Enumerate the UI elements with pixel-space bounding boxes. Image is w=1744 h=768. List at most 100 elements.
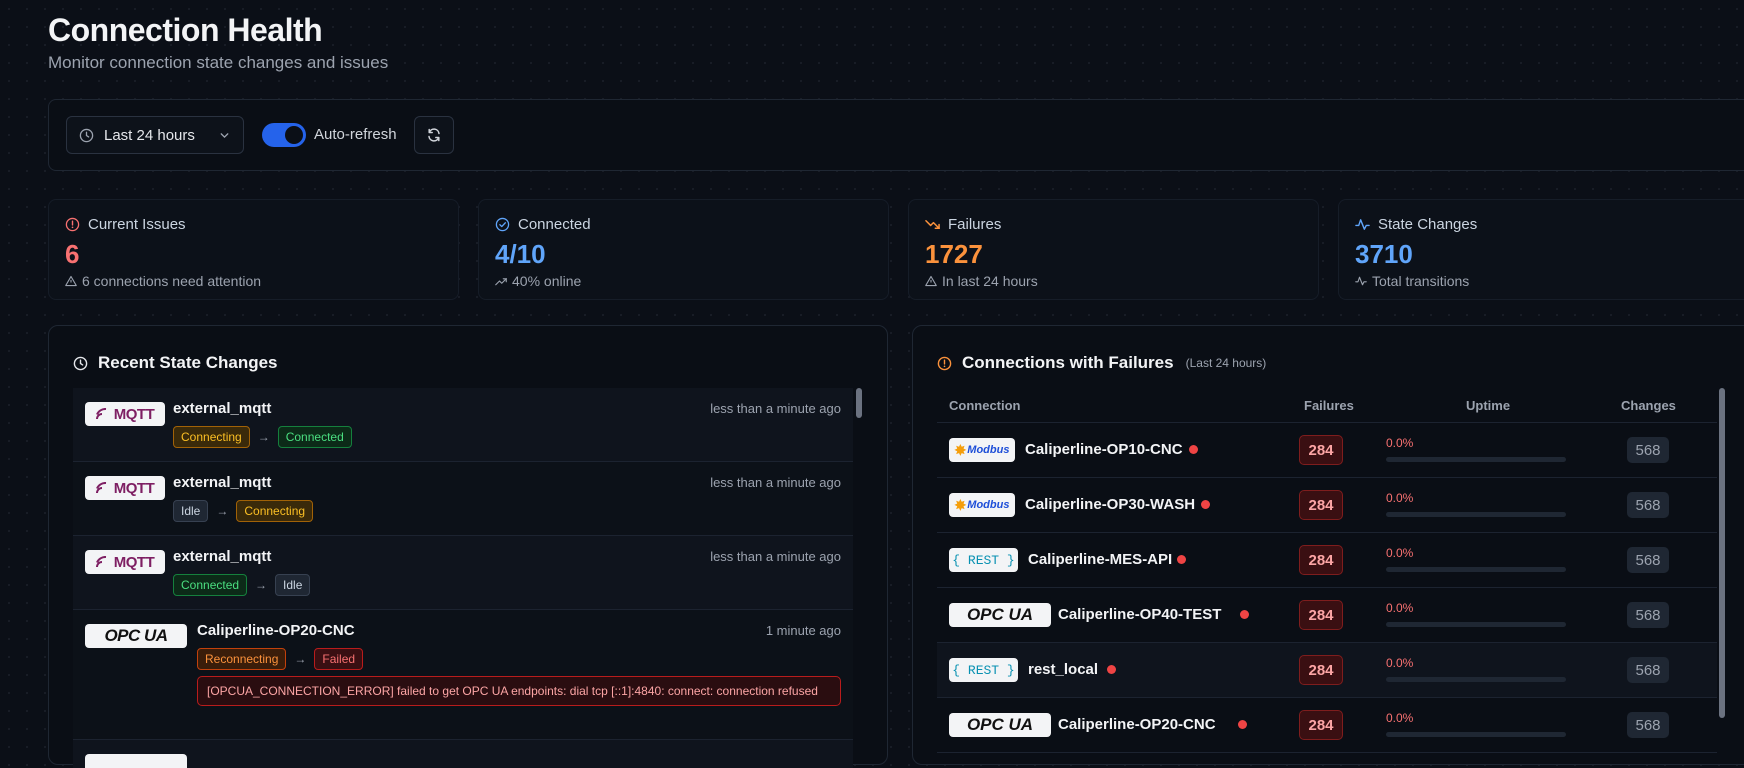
to-state-badge: Idle (275, 574, 311, 596)
list-item[interactable]: OPC UA Caliperline-OP20-CNC 1 minute ago… (73, 610, 853, 740)
column-header-uptime[interactable]: Uptime (1466, 398, 1510, 413)
from-state-badge: Connecting (173, 426, 250, 448)
alert-circle-icon (937, 356, 952, 370)
status-dot (1238, 720, 1247, 729)
uptime-bar (1386, 457, 1566, 462)
stat-sub: 6 connections need attention (82, 273, 262, 289)
table-row[interactable]: ✸ Modbus Caliperline-OP30-WASH 284 0.0% 5… (937, 477, 1717, 533)
mqtt-logo: MQTT (85, 402, 165, 426)
arrow-right-icon: → (216, 504, 229, 518)
panel-note: (Last 24 hours) (1185, 356, 1267, 370)
time-range-value: Last 24 hours (104, 126, 195, 144)
column-header-changes[interactable]: Changes (1621, 398, 1676, 413)
stat-value: 6 (65, 239, 80, 269)
list-item[interactable]: MQTT external_mqtt less than a minute ag… (73, 536, 853, 610)
uptime-value: 0.0% (1386, 546, 1414, 560)
stat-label: Failures (948, 215, 1002, 233)
connection-name: external_mqtt (173, 474, 272, 491)
failures-count-badge: 284 (1299, 710, 1343, 740)
timestamp: less than a minute ago (710, 549, 841, 564)
scrollbar-thumb[interactable] (1719, 388, 1725, 718)
logo-text: OPC UA (966, 715, 1034, 734)
stat-value: 1727 (925, 239, 983, 269)
stat-label: State Changes (1378, 215, 1478, 233)
time-range-select[interactable]: Last 24 hours (66, 116, 244, 154)
alert-circle-icon (65, 217, 80, 231)
list-item[interactable]: MQTT external_mqtt less than a minute ag… (73, 462, 853, 536)
uptime-bar (1386, 677, 1566, 682)
status-dot (1107, 665, 1116, 674)
auto-refresh-toggle[interactable] (262, 123, 306, 147)
brace-icon: { (952, 662, 968, 678)
arrow-right-icon: → (257, 430, 270, 444)
stat-sub: Total transitions (1372, 273, 1470, 289)
arrow-right-icon: → (255, 578, 268, 592)
connections-failures-panel: Connections with Failures (Last 24 hours… (912, 325, 1744, 765)
logo-text: REST (967, 552, 1000, 568)
table-row[interactable]: OPC UA Caliperline-OP20-CNC 284 0.0% 568 (937, 697, 1717, 753)
from-state-badge: Connected (173, 574, 248, 596)
connection-name: external_mqtt (173, 548, 272, 565)
uptime-bar (1386, 622, 1566, 627)
stat-label: Current Issues (88, 215, 186, 233)
recent-state-changes-panel: Recent State Changes MQTT external_mqtt … (48, 325, 888, 768)
uptime-value: 0.0% (1386, 491, 1414, 505)
opc-ua-logo: OPC UA (949, 603, 1051, 627)
modbus-logo: ✸ Modbus (949, 438, 1015, 462)
failures-count-badge: 284 (1299, 490, 1343, 520)
changes-count-badge: 568 (1627, 437, 1669, 463)
logo-text: Modbus (967, 499, 1010, 511)
mqtt-logo: MQTT (85, 476, 165, 500)
list-item[interactable] (73, 740, 853, 768)
stat-sub: 40% online (512, 273, 582, 289)
connection-name: Caliperline-OP10-CNC (1025, 441, 1183, 458)
logo-text: MQTT (113, 553, 155, 571)
clock-icon (79, 128, 94, 142)
brace-icon: { (952, 552, 968, 568)
column-header-connection[interactable]: Connection (949, 398, 1021, 413)
failures-count-badge: 284 (1299, 655, 1343, 685)
toggle-knob (285, 126, 303, 144)
timestamp: less than a minute ago (710, 475, 841, 490)
connection-name: Caliperline-OP20-CNC (1058, 716, 1216, 733)
uptime-bar (1386, 512, 1566, 517)
table-row[interactable]: { REST } rest_local 284 0.0% 568 (937, 642, 1717, 698)
list-item[interactable]: MQTT external_mqtt less than a minute ag… (73, 388, 853, 462)
stat-label: Connected (518, 215, 591, 233)
uptime-bar (1386, 567, 1566, 572)
table-row[interactable]: { REST } Caliperline-MES-API 284 0.0% 56… (937, 532, 1717, 588)
changes-count-badge: 568 (1627, 602, 1669, 628)
timestamp: less than a minute ago (710, 401, 841, 416)
changes-count-badge: 568 (1627, 547, 1669, 573)
stat-card-state-changes: State Changes 3710 Total transitions (1338, 199, 1744, 300)
state-change-list[interactable]: MQTT external_mqtt less than a minute ag… (73, 388, 853, 768)
timestamp: 1 minute ago (765, 623, 841, 638)
uptime-value: 0.0% (1386, 436, 1414, 450)
opc-ua-logo: OPC UA (85, 624, 187, 648)
connection-name: Caliperline-OP30-WASH (1025, 496, 1196, 513)
stat-sub: In last 24 hours (942, 273, 1038, 289)
check-circle-icon (495, 217, 510, 231)
stat-value: 3710 (1355, 239, 1413, 269)
logo-text: OPC UA (104, 626, 168, 645)
stat-card-failures: Failures 1727 In last 24 hours (908, 199, 1319, 300)
recent-list-scrollbar[interactable] (855, 388, 864, 748)
refresh-button[interactable] (414, 116, 454, 154)
toolbar: Last 24 hours Auto-refresh (48, 99, 1744, 171)
status-dot (1201, 500, 1210, 509)
modbus-star-icon: ✸ (954, 496, 967, 513)
failures-count-badge: 284 (1299, 600, 1343, 630)
warning-icon (65, 275, 77, 287)
table-row[interactable]: ✸ Modbus Caliperline-OP10-CNC 284 0.0% 56… (937, 422, 1717, 478)
refresh-icon (428, 128, 440, 142)
table-row[interactable]: OPC UA Caliperline-OP40-TEST 284 0.0% 56… (937, 587, 1717, 643)
column-header-failures[interactable]: Failures (1304, 398, 1354, 413)
uptime-value: 0.0% (1386, 711, 1414, 725)
opc-ua-logo: OPC UA (949, 713, 1051, 737)
to-state-badge: Connecting (236, 500, 314, 522)
scrollbar-thumb[interactable] (856, 388, 862, 418)
from-state-badge: Reconnecting (197, 648, 287, 670)
failures-table-scrollbar[interactable] (1718, 388, 1727, 718)
changes-count-badge: 568 (1627, 712, 1669, 738)
warning-icon (925, 275, 937, 287)
